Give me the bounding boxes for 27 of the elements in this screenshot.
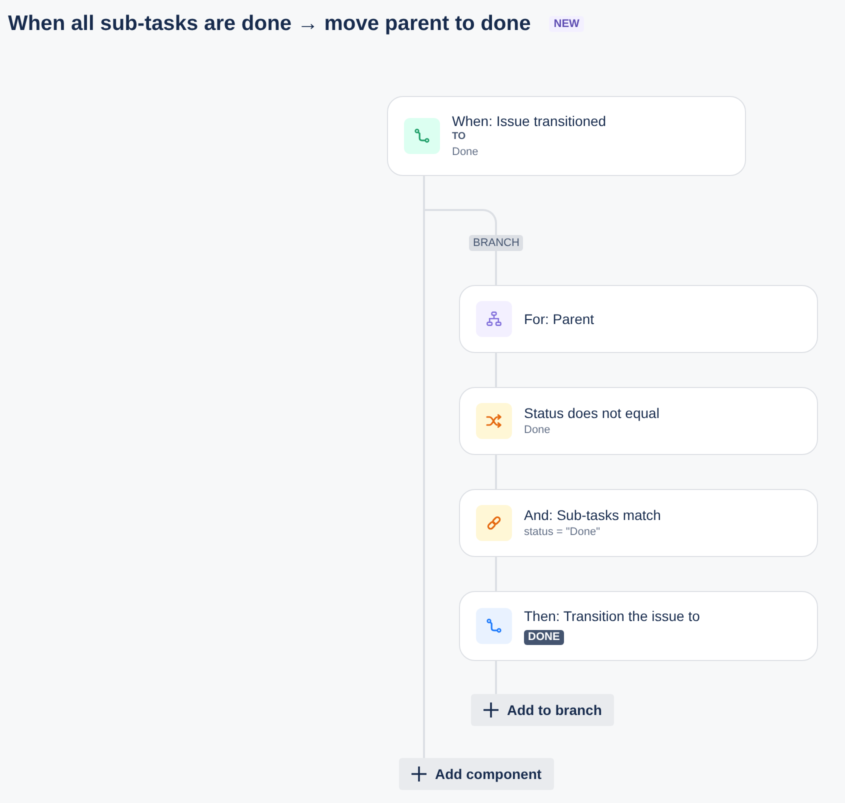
field-label: TO xyxy=(452,130,466,144)
curve-path-icon xyxy=(476,608,512,644)
component-card[interactable]: Status does not equal Done xyxy=(459,387,818,455)
component-card[interactable]: For: Parent xyxy=(459,285,818,353)
curve-path-icon xyxy=(404,118,440,154)
component-title: Status does not equal xyxy=(524,404,660,422)
new-badge: NEW xyxy=(548,16,584,32)
add-to-branch-button[interactable]: Add to branch xyxy=(471,694,614,726)
component-title: Then: Transition the issue to xyxy=(524,607,700,625)
status-lozenge: DONE xyxy=(524,630,564,645)
component-title: For: Parent xyxy=(524,310,594,328)
add-component-button[interactable]: Add component xyxy=(399,758,554,790)
plus-icon xyxy=(411,766,427,782)
component-title: When: Issue transitioned xyxy=(452,112,606,130)
component-detail: status = "Done" xyxy=(524,525,600,540)
branch-label: BRANCH xyxy=(469,235,524,251)
component-detail: Done xyxy=(524,423,550,438)
shuffle-icon xyxy=(476,403,512,439)
trigger-card[interactable]: When: Issue transitioned TO Done xyxy=(387,96,746,176)
component-card[interactable]: Then: Transition the issue to DONE xyxy=(459,591,818,661)
chain-link-icon xyxy=(476,505,512,541)
page-title: When all sub-tasks are done → move parent to done xyxy=(8,11,531,37)
component-detail: Done xyxy=(452,145,478,160)
plus-icon xyxy=(483,702,499,718)
component-title: And: Sub-tasks match xyxy=(524,506,661,524)
component-card[interactable]: And: Sub-tasks match status = "Done" xyxy=(459,489,818,557)
hierarchy-icon xyxy=(476,301,512,337)
